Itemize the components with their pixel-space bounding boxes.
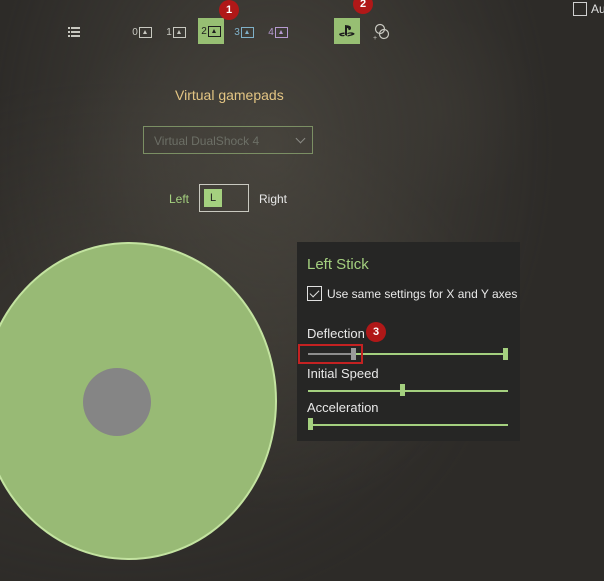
gamepad-slot-icon [138, 26, 152, 38]
initial-speed-track[interactable] [308, 390, 508, 392]
same-settings-label: Use same settings for X and Y axes [327, 287, 518, 301]
slot-number: 3 [234, 26, 240, 38]
side-right-label: Right [259, 192, 288, 206]
chevron-down-icon [295, 133, 306, 144]
annotation-badge-3: 3 [366, 322, 386, 342]
annotation-highlight-box [298, 344, 363, 364]
stick-side-toggle[interactable]: L [199, 184, 249, 212]
gamepad-slot-icon [240, 26, 254, 38]
annotation-badge-2: 2 [353, 0, 373, 14]
same-settings-checkbox[interactable] [307, 286, 322, 301]
deflection-high-thumb[interactable] [503, 348, 508, 360]
left-stick-settings-panel: Left Stick Use same settings for X and Y… [297, 242, 520, 441]
list-view-button[interactable] [62, 20, 86, 44]
side-left-label: Left [169, 192, 190, 206]
toggle-knob: L [204, 189, 222, 207]
acceleration-label: Acceleration [307, 400, 379, 415]
mixed-controller-button[interactable]: + [369, 20, 393, 44]
slot-number: 2 [201, 25, 207, 37]
page-title: Virtual gamepads [175, 87, 284, 103]
gamepad-slot-3-button[interactable]: 3 [232, 20, 256, 44]
list-icon [68, 27, 80, 37]
stick-position-indicator[interactable] [83, 368, 151, 436]
gamepad-type-dropdown[interactable]: Virtual DualShock 4 [143, 126, 313, 154]
slot-number: 4 [268, 26, 274, 38]
gamepad-slot-2-button[interactable]: 2 [198, 18, 224, 44]
acceleration-track[interactable] [308, 424, 508, 426]
gamepad-slot-1-button[interactable]: 1 [164, 20, 188, 44]
auto-checkbox-label: Au [591, 2, 604, 16]
panel-title: Left Stick [307, 256, 369, 273]
gamepad-slot-icon [274, 26, 288, 38]
controller-mix-icon: + [373, 23, 390, 41]
initial-speed-thumb[interactable] [399, 384, 405, 396]
gamepad-slot-icon [172, 26, 186, 38]
playstation-icon [339, 25, 355, 37]
initial-speed-label: Initial Speed [307, 366, 379, 381]
annotation-badge-1: 1 [219, 0, 239, 20]
gamepad-slot-icon [207, 25, 221, 37]
auto-checkbox[interactable] [573, 2, 587, 16]
deflection-label: Deflection [307, 326, 365, 341]
deflection-track[interactable] [355, 353, 503, 355]
slot-number: 0 [132, 26, 138, 38]
background-gamepad-shape-2 [330, 20, 550, 200]
gamepad-slot-0-button[interactable]: 0 [130, 20, 154, 44]
acceleration-thumb[interactable] [308, 418, 313, 430]
gamepad-slot-4-button[interactable]: 4 [266, 20, 290, 44]
playstation-mode-button[interactable] [334, 18, 360, 44]
slot-number: 1 [166, 26, 172, 38]
dropdown-value: Virtual DualShock 4 [154, 134, 260, 148]
svg-text:+: + [373, 35, 377, 41]
